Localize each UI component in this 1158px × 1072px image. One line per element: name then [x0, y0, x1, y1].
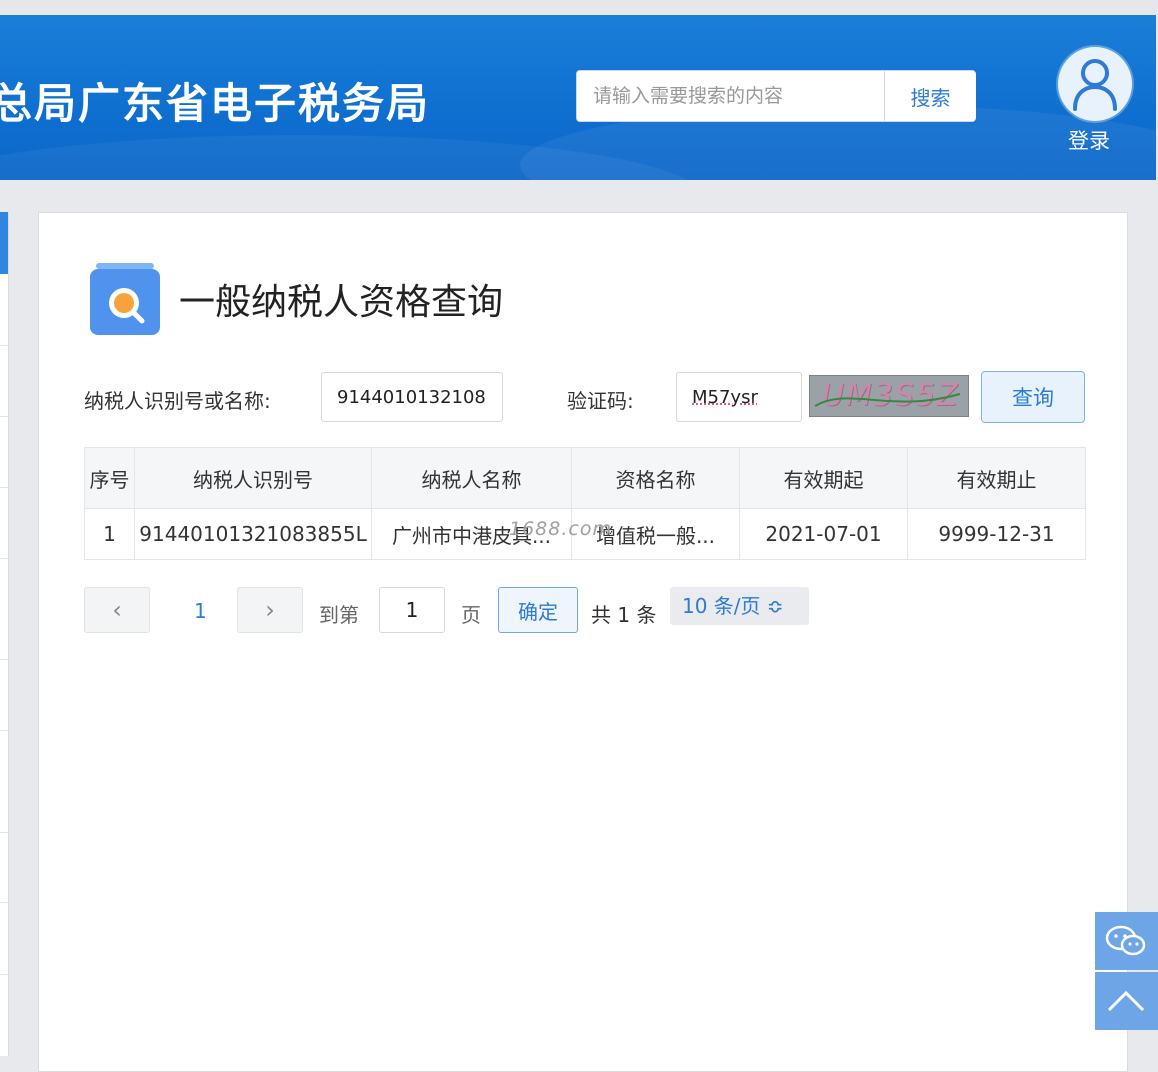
sidebar-divider	[0, 558, 8, 559]
search-input[interactable]	[577, 71, 884, 121]
search-button[interactable]: 搜索	[884, 71, 976, 121]
total-count: 共 1 条	[591, 603, 657, 627]
captcha-label: 验证码:	[567, 389, 634, 413]
captcha-input[interactable]	[676, 372, 802, 422]
column-header: 纳税人识别号	[134, 447, 372, 509]
sidebar-divider	[0, 659, 8, 660]
table-cell: 2021-07-01	[739, 508, 908, 560]
page-unit-label: 页	[461, 603, 481, 627]
table-cell: 广州市中港皮具...	[371, 508, 572, 560]
page-title: 一般纳税人资格查询	[179, 282, 504, 323]
results-table: 序号 纳税人识别号 纳税人名称 资格名称 有效期起 有效期止 1 9144010…	[84, 447, 1086, 560]
login-link[interactable]: 登录	[1058, 125, 1134, 155]
table-cell: 91440101321083855L	[134, 508, 372, 560]
sidebar-active-item[interactable]	[0, 212, 8, 274]
left-sidebar	[0, 212, 9, 1056]
user-icon[interactable]	[1058, 47, 1132, 121]
search-icon	[90, 263, 160, 335]
query-button[interactable]: 查询	[981, 371, 1085, 423]
column-header: 序号	[84, 447, 135, 509]
sidebar-divider	[0, 974, 8, 975]
back-to-top-icon[interactable]	[1095, 972, 1158, 1030]
prev-page-button[interactable]: ‹	[84, 587, 150, 633]
captcha-noise	[814, 393, 961, 407]
column-header: 有效期起	[739, 447, 908, 509]
pagination: ‹ 1 › 到第 页 确定 共 1 条 10 条/页 ≎	[84, 587, 884, 635]
table-cell: 增值税一般...	[571, 508, 740, 560]
search-box: 搜索	[576, 70, 976, 122]
column-header: 资格名称	[571, 447, 740, 509]
sidebar-divider	[0, 345, 8, 346]
sidebar-divider	[0, 832, 8, 833]
goto-page-input[interactable]	[379, 587, 445, 633]
captcha-image[interactable]: UM3S5Z	[809, 375, 969, 417]
wechat-icon[interactable]	[1095, 912, 1158, 970]
login-area[interactable]: 登录	[1058, 47, 1134, 155]
site-header: 总局广东省电子税务局 搜索 登录	[0, 15, 1156, 180]
table-row: 1 91440101321083855L 广州市中港皮具... 增值税一般...…	[84, 508, 1086, 560]
goto-label: 到第	[319, 603, 359, 627]
taxpayer-label: 纳税人识别号或名称:	[84, 389, 271, 413]
column-header: 纳税人名称	[371, 447, 572, 509]
current-page[interactable]: 1	[194, 599, 207, 623]
sidebar-divider	[0, 416, 8, 417]
sidebar-divider	[0, 730, 8, 731]
taxpayer-id-input[interactable]	[321, 372, 503, 422]
page-size-select[interactable]: 10 条/页 ≎	[670, 587, 809, 625]
top-strip	[0, 0, 1158, 15]
site-title: 总局广东省电子税务局	[0, 79, 431, 128]
table-cell: 1	[84, 508, 135, 560]
next-page-button[interactable]: ›	[237, 587, 303, 633]
sidebar-divider	[0, 487, 8, 488]
column-header: 有效期止	[907, 447, 1086, 509]
table-header-row: 序号 纳税人识别号 纳税人名称 资格名称 有效期起 有效期止	[84, 447, 1086, 509]
goto-confirm-button[interactable]: 确定	[498, 587, 578, 633]
sidebar-divider	[0, 902, 8, 903]
query-panel: 一般纳税人资格查询 纳税人识别号或名称: 验证码: UM3S5Z 查询 序号 纳…	[38, 212, 1128, 1072]
table-cell: 9999-12-31	[907, 508, 1086, 560]
